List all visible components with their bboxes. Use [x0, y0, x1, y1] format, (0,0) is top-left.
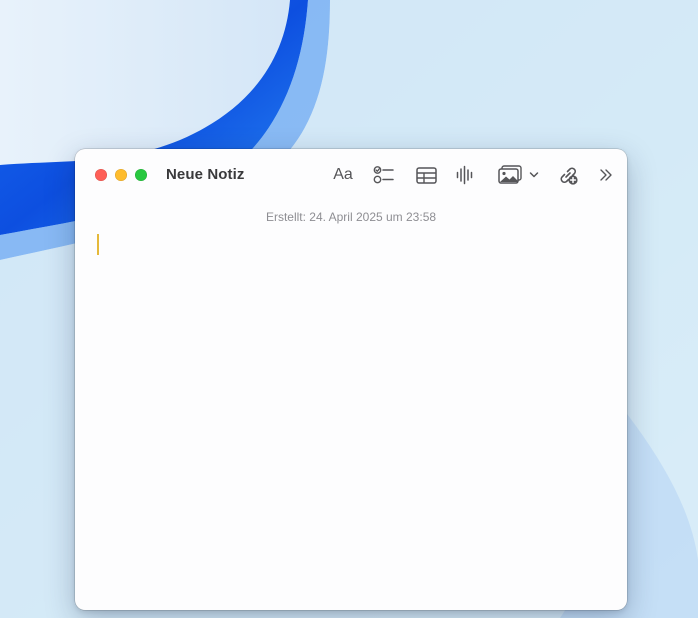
link-add-icon — [560, 167, 578, 185]
created-timestamp: Erstellt: 24. April 2025 um 23:58 — [265, 210, 437, 224]
audio-recording-button[interactable] — [455, 163, 475, 187]
add-link-button[interactable] — [557, 163, 579, 187]
chevron-down-icon — [529, 172, 538, 178]
close-window-button[interactable] — [95, 169, 107, 181]
notes-window: Neue Notiz Aa Erstellt: 24. April 2025 u… — [75, 149, 627, 610]
chevron-double-right-icon — [600, 169, 612, 181]
note-title: Neue Notiz — [166, 166, 245, 183]
maximize-window-button[interactable] — [135, 169, 147, 181]
minimize-window-button[interactable] — [115, 169, 127, 181]
table-button[interactable] — [415, 163, 437, 187]
checklist-icon — [373, 166, 394, 184]
media-button[interactable] — [497, 163, 539, 187]
waveform-icon — [456, 165, 473, 185]
format-text-icon: Aa — [333, 166, 353, 183]
text-caret — [97, 234, 99, 255]
checklist-button[interactable] — [373, 163, 395, 187]
title-bar: Neue Notiz Aa — [75, 149, 627, 201]
table-icon — [415, 166, 437, 184]
photo-icon — [497, 165, 522, 184]
note-editor[interactable] — [75, 229, 627, 610]
format-button[interactable]: Aa — [331, 163, 355, 187]
more-toolbar-items-button[interactable] — [597, 163, 615, 187]
